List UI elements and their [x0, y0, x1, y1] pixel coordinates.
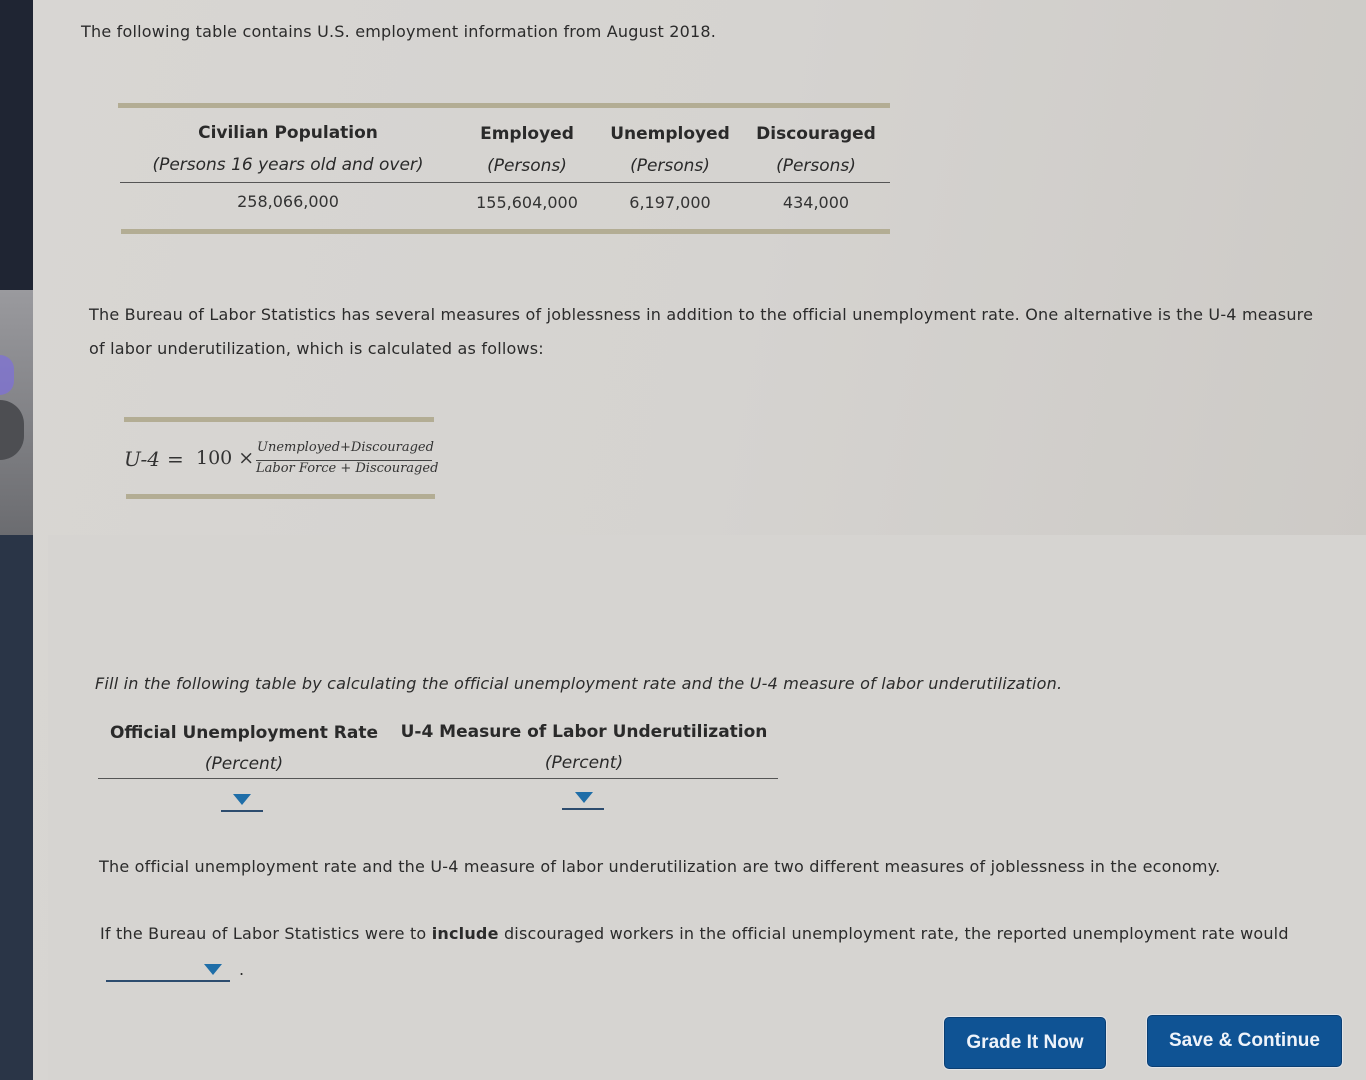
dropdown-arrow-icon — [204, 964, 222, 975]
table-bottom-rule — [121, 229, 890, 234]
answer-table-divider — [98, 778, 778, 779]
cell-unemployed: 6,197,000 — [629, 193, 711, 212]
dropdown-arrow-icon — [575, 792, 593, 803]
bls-paragraph-line1: The Bureau of Labor Statistics has sever… — [89, 305, 1314, 324]
cell-discouraged: 434,000 — [782, 193, 850, 212]
col-header-civilian-population: Civilian Population — [198, 123, 378, 143]
statement-text: The official unemployment rate and the U… — [99, 857, 1221, 876]
fill-instruction: Fill in the following table by calculati… — [95, 674, 1063, 693]
col-header-official-rate: Official Unemployment Rate — [109, 723, 379, 743]
col-subheader-u4-measure: (Percent) — [544, 753, 624, 773]
question-prefix: If the Bureau of Labor Statistics were t… — [100, 924, 432, 943]
formula-equals: = — [167, 447, 184, 471]
formula-numerator: Unemployed+Discouraged — [257, 440, 434, 455]
cell-civilian-population: 258,066,000 — [237, 192, 339, 211]
screen-bezel — [0, 0, 33, 290]
u4-measure-dropdown[interactable] — [562, 788, 604, 810]
grade-it-now-button[interactable]: Grade It Now — [944, 1017, 1106, 1069]
formula-lhs: U-4 — [124, 447, 160, 471]
col-subheader-civilian-population: (Persons 16 years old and over) — [152, 155, 424, 175]
col-subheader-employed: (Persons) — [487, 156, 567, 176]
cell-employed: 155,604,000 — [476, 193, 578, 212]
col-subheader-unemployed: (Persons) — [630, 156, 710, 176]
col-header-employed: Employed — [480, 124, 574, 144]
save-continue-button[interactable]: Save & Continue — [1147, 1015, 1342, 1067]
col-subheader-official-rate: (Percent) — [204, 754, 284, 774]
rate-change-dropdown[interactable] — [106, 960, 230, 982]
official-rate-dropdown[interactable] — [221, 790, 263, 812]
question-end-punct: . — [239, 960, 245, 979]
formula-top-rule — [124, 417, 434, 422]
question-emphasis: include — [431, 924, 499, 943]
table-top-rule — [118, 103, 890, 108]
bls-paragraph-line2: of labor underutilization, which is calc… — [89, 339, 544, 358]
intro-text: The following table contains U.S. employ… — [81, 22, 717, 41]
dropdown-arrow-icon — [233, 794, 251, 805]
question-text: If the Bureau of Labor Statistics were t… — [100, 924, 1289, 943]
col-header-discouraged: Discouraged — [756, 124, 876, 144]
col-header-u4-measure: U-4 Measure of Labor Underutilization — [400, 722, 768, 742]
col-header-unemployed: Unemployed — [610, 124, 730, 144]
formula-multiplier: 100 × — [196, 447, 255, 469]
formula-denominator: Labor Force + Discouraged — [256, 461, 439, 476]
question-suffix: discouraged workers in the official unem… — [498, 924, 1289, 943]
table-header-divider — [120, 182, 890, 183]
formula-bottom-rule — [126, 494, 435, 499]
col-subheader-discouraged: (Persons) — [776, 156, 856, 176]
